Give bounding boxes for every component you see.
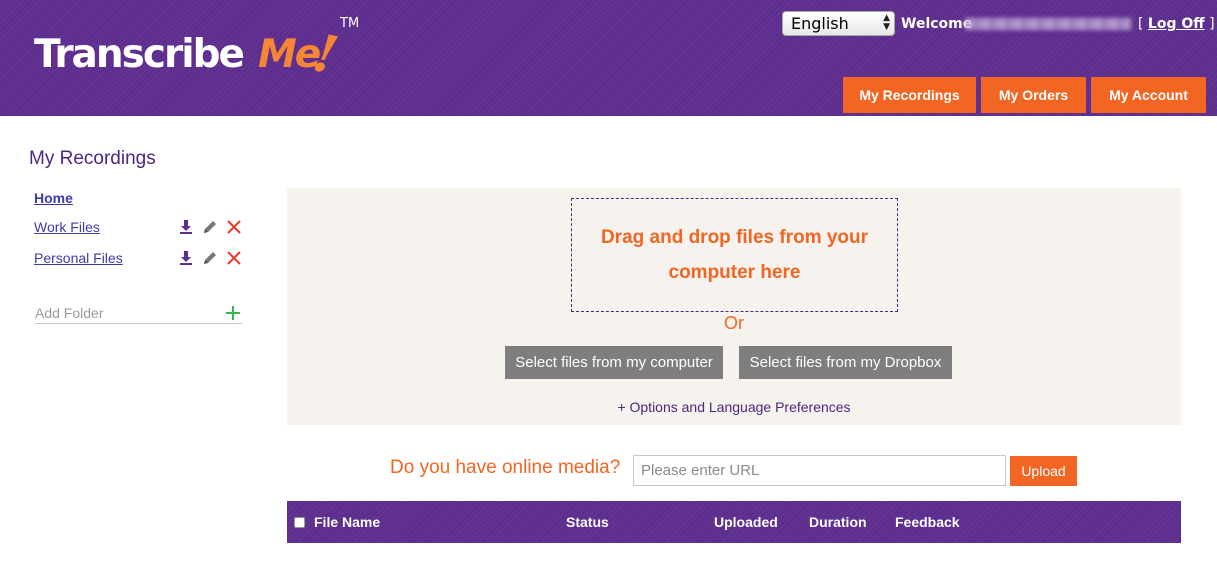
upload-panel: Drag and drop files from your computer h… bbox=[287, 188, 1181, 425]
add-folder-row bbox=[35, 303, 242, 324]
pencil-icon[interactable] bbox=[202, 250, 218, 266]
select-from-computer-button[interactable]: Select files from my computer bbox=[505, 346, 723, 379]
sidebar-item-home[interactable]: Home bbox=[34, 190, 73, 206]
sidebar-item-work-files[interactable]: Work Files bbox=[34, 219, 100, 235]
page-title: My Recordings bbox=[29, 148, 156, 169]
online-media-label: Do you have online media? bbox=[390, 457, 621, 478]
column-header-feedback[interactable]: Feedback bbox=[895, 514, 960, 530]
drag-drop-zone[interactable]: Drag and drop files from your computer h… bbox=[571, 198, 898, 312]
logo-trademark: TM bbox=[340, 16, 360, 31]
select-all-checkbox[interactable] bbox=[294, 517, 305, 528]
language-select[interactable]: English ▲ ▼ bbox=[782, 11, 895, 36]
column-header-file-name[interactable]: File Name bbox=[314, 514, 380, 530]
close-icon[interactable] bbox=[226, 219, 242, 235]
options-link-text[interactable]: + Options and Language Preferences bbox=[617, 399, 850, 415]
select-from-dropbox-button[interactable]: Select files from my Dropbox bbox=[739, 346, 952, 379]
nav-my-recordings-button[interactable]: My Recordings bbox=[843, 77, 976, 113]
welcome-text: Welcome bbox=[901, 16, 973, 32]
upload-button[interactable]: Upload bbox=[1010, 456, 1077, 486]
recordings-table-header: File Name Status Uploaded Duration Feedb… bbox=[287, 501, 1181, 543]
options-language-preferences-link: + Options and Language Preferences bbox=[287, 399, 1181, 415]
plus-icon[interactable] bbox=[225, 305, 241, 321]
nav-my-orders-button[interactable]: My Orders bbox=[981, 77, 1086, 113]
logoff-open-bracket: [ bbox=[1138, 16, 1144, 32]
language-select-value: English bbox=[791, 14, 849, 33]
logoff-close-bracket: ] bbox=[1209, 16, 1215, 32]
redacted-username bbox=[965, 18, 1131, 30]
logoff-link[interactable]: Log Off bbox=[1148, 16, 1205, 32]
download-icon[interactable] bbox=[178, 250, 194, 266]
logoff-wrapper: [ Log Off ] bbox=[1138, 16, 1215, 32]
top-header: Transcribe Me ! TM English ▲ ▼ Welcome [ … bbox=[0, 0, 1217, 116]
pencil-icon[interactable] bbox=[202, 219, 218, 235]
or-separator: Or bbox=[724, 313, 744, 333]
column-header-duration[interactable]: Duration bbox=[809, 514, 867, 530]
nav-my-account-button[interactable]: My Account bbox=[1091, 77, 1206, 113]
sidebar-item-personal-files[interactable]: Personal Files bbox=[34, 250, 123, 266]
add-folder-input[interactable] bbox=[35, 303, 215, 323]
logo-text: Transcribe bbox=[34, 32, 245, 77]
url-input[interactable] bbox=[633, 455, 1006, 486]
column-header-status[interactable]: Status bbox=[566, 514, 609, 530]
column-header-uploaded[interactable]: Uploaded bbox=[714, 514, 778, 530]
dropzone-text: Drag and drop files from your computer h… bbox=[600, 227, 869, 283]
download-icon[interactable] bbox=[178, 219, 194, 235]
close-icon[interactable] bbox=[226, 250, 242, 266]
select-arrows-icon: ▲ ▼ bbox=[883, 13, 890, 32]
